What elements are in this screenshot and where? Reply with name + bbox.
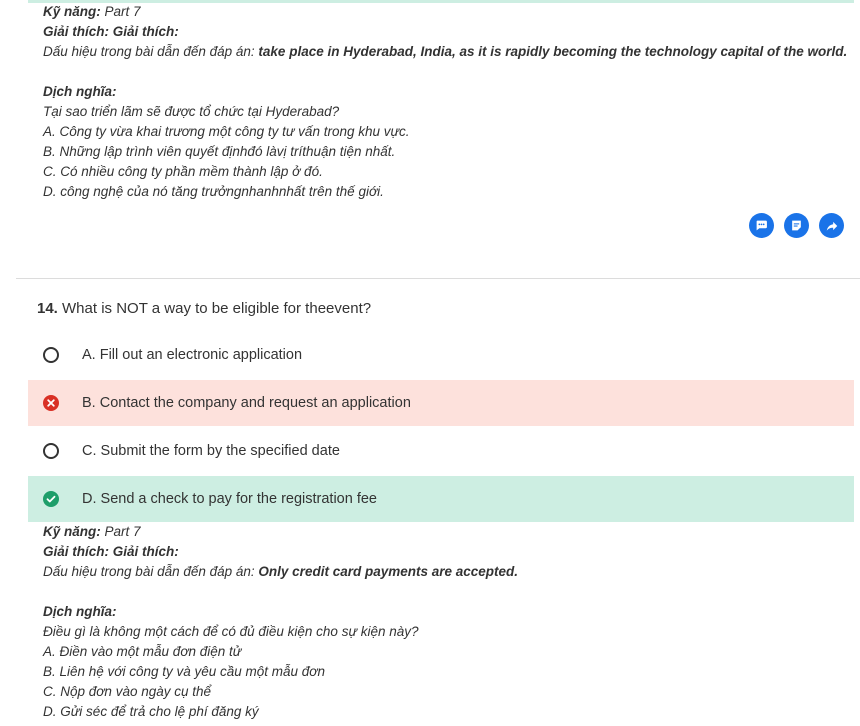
question-number: 14. (37, 300, 58, 317)
wrong-x-icon (43, 395, 59, 411)
translation-line: B. Liên hệ với công ty và yêu cầu một mẫ… (43, 664, 325, 679)
translation-label: Dịch nghĩa: (43, 84, 117, 99)
previous-explanation: Kỹ năng: Part 7 Giải thích: Giải thích: … (43, 2, 847, 202)
translation-line: D. công nghệ của nó tăng trưởngnhanhnhất… (43, 184, 384, 199)
check-circle-icon (43, 491, 59, 507)
radio-empty-icon (43, 443, 59, 459)
evidence-text: Only credit card payments are accepted. (258, 564, 519, 579)
skill-label: Kỹ năng: (43, 524, 101, 539)
question-divider (16, 278, 860, 279)
option-a[interactable]: A. Fill out an electronic application (28, 332, 854, 378)
translation-line: B. Những lập trình viên quyết địnhđó làv… (43, 144, 396, 159)
comment-button[interactable] (749, 213, 774, 238)
skill-label: Kỹ năng: (43, 4, 101, 19)
option-b[interactable]: B. Contact the company and request an ap… (28, 380, 854, 426)
evidence-prefix: Dấu hiệu trong bài dẫn đến đáp án: (43, 44, 259, 59)
translation-line: A. Điền vào một mẫu đơn điện tử (43, 644, 242, 659)
comment-icon (756, 220, 767, 231)
share-button[interactable] (819, 213, 844, 238)
option-label: A. Fill out an electronic application (82, 347, 303, 363)
current-explanation: Kỹ năng: Part 7 Giải thích: Giải thích: … (43, 522, 518, 722)
translation-line: Điều gì là không một cách để có đủ điều … (43, 624, 419, 639)
evidence-prefix: Dấu hiệu trong bài dẫn đến đáp án: (43, 564, 259, 579)
note-button[interactable] (784, 213, 809, 238)
option-d[interactable]: D. Send a check to pay for the registrat… (28, 476, 854, 522)
translation-line: C. Nộp đơn vào ngày cụ thể (43, 684, 212, 699)
translation-line: D. Gửi séc để trả cho lệ phí đăng ký (43, 704, 259, 719)
translation-label: Dịch nghĩa: (43, 604, 117, 619)
skill-value: Part 7 (100, 524, 141, 539)
translation-line: Tại sao triển lãm sẽ được tổ chức tại Hy… (43, 104, 340, 119)
share-icon (826, 221, 837, 231)
option-label: D. Send a check to pay for the registrat… (82, 491, 377, 507)
option-label: B. Contact the company and request an ap… (82, 395, 411, 411)
translation-line: A. Công ty vừa khai trương một công ty t… (43, 124, 410, 139)
radio-empty-icon (43, 347, 59, 363)
option-label: C. Submit the form by the specified date (82, 443, 340, 459)
translation-line: C. Có nhiều công ty phần mềm thành lập ở… (43, 164, 323, 179)
skill-value: Part 7 (100, 4, 141, 19)
question-text: What is NOT a way to be eligible for the… (57, 300, 372, 317)
question-title: 14. What is NOT a way to be eligible for… (37, 300, 371, 317)
note-icon (792, 220, 801, 231)
explanation-label: Giải thích: Giải thích: (43, 24, 179, 39)
question-actions (749, 213, 844, 238)
explanation-label: Giải thích: Giải thích: (43, 544, 179, 559)
option-c[interactable]: C. Submit the form by the specified date (28, 428, 854, 474)
evidence-text: take place in Hyderabad, India, as it is… (258, 44, 848, 59)
